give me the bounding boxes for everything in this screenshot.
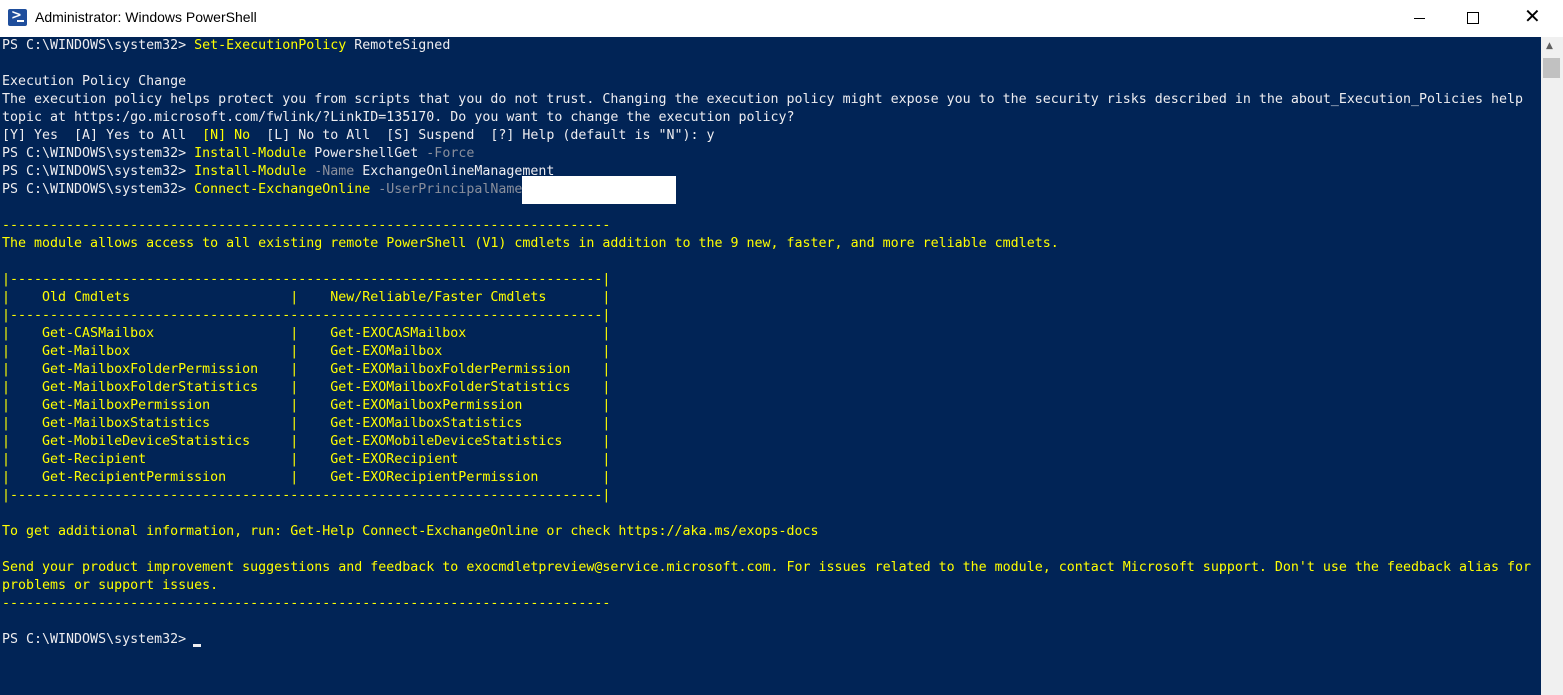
feedback-line-1: Send your product improvement suggestion… [2,560,1532,575]
parameter: -UserPrincipalName [370,182,523,197]
divider-top: ----------------------------------------… [2,218,611,233]
parameter: -Force [418,146,475,161]
close-button[interactable]: ✕ [1502,0,1560,37]
table-row: | Get-CASMailbox | Get-EXOCASMailbox | [2,326,611,341]
minimize-icon [1414,18,1425,19]
powershell-icon: > [8,8,27,26]
parameter: -Name [306,164,355,179]
choice-rest: [L] No to All [S] Suspend [?] Help (defa… [250,128,715,143]
table-row: | Get-MailboxStatistics | Get-EXOMailbox… [2,416,611,431]
command-line-3: PS C:\WINDOWS\system32> Install-Module -… [2,163,554,181]
cmdlet: Set-ExecutionPolicy [194,38,347,53]
policy-title: Execution Policy Change [2,74,187,89]
maximize-button[interactable] [1444,0,1502,37]
table-row: | Get-MailboxPermission | Get-EXOMailbox… [2,398,611,413]
policy-body-2: topic at https:/go.microsoft.com/fwlink/… [2,110,795,125]
window-title: Administrator: Windows PowerShell [35,9,257,25]
prompt: PS C:\WINDOWS\system32> [2,146,195,161]
policy-body-1: The execution policy helps protect you f… [2,92,1524,107]
scroll-up-arrow-icon[interactable]: ▲ [1546,41,1553,51]
title-bar[interactable]: > Administrator: Windows PowerShell ✕ [0,0,1563,37]
command-line-4: PS C:\WINDOWS\system32> Connect-Exchange… [2,176,677,204]
table-row: | Get-MailboxFolderPermission | Get-EXOM… [2,362,611,377]
table-row: | Get-RecipientPermission | Get-EXORecip… [2,470,611,485]
choice-yes: [Y] Yes [A] Yes to All [2,128,203,143]
maximize-icon [1467,12,1479,24]
table-row: | Get-Mailbox | Get-EXOMailbox | [2,344,611,359]
scroll-thumb[interactable] [1543,58,1560,78]
cmdlet: Connect-ExchangeOnline [194,182,371,197]
table-border-mid: |---------------------------------------… [2,308,611,323]
argument: RemoteSigned [346,38,451,53]
prompt: PS C:\WINDOWS\system32> [2,38,195,53]
table-border-top: |---------------------------------------… [2,272,611,287]
current-prompt: PS C:\WINDOWS\system32> [2,632,195,647]
module-note: The module allows access to all existing… [2,236,1059,251]
prompt: PS C:\WINDOWS\system32> [2,164,195,179]
redacted-upn [522,176,677,204]
argument: PowershellGet [306,146,419,161]
minimize-button[interactable] [1390,0,1448,37]
table-border-bottom: |---------------------------------------… [2,488,611,503]
divider-bottom: ----------------------------------------… [2,596,611,611]
policy-choices: [Y] Yes [A] Yes to All [N] No [L] No to … [2,127,715,145]
feedback-line-2: problems or support issues. [2,578,219,593]
table-row: | Get-Recipient | Get-EXORecipient | [2,452,611,467]
cmdlet: Install-Module [194,164,307,179]
vertical-scrollbar[interactable]: ▲ [1541,37,1563,695]
text-cursor [193,644,201,647]
command-line-1: PS C:\WINDOWS\system32> Set-ExecutionPol… [2,37,450,55]
table-row: | Get-MobileDeviceStatistics | Get-EXOMo… [2,434,611,449]
help-line: To get additional information, run: Get-… [2,524,819,539]
console-output[interactable]: PS C:\WINDOWS\system32> Set-ExecutionPol… [2,37,1538,695]
prompt: PS C:\WINDOWS\system32> [2,182,195,197]
cmdlet: Install-Module [194,146,307,161]
command-line-2: PS C:\WINDOWS\system32> Install-Module P… [2,145,474,163]
close-icon: ✕ [1524,4,1541,28]
table-header: | Old Cmdlets | New/Reliable/Faster Cmdl… [2,290,611,305]
table-row: | Get-MailboxFolderStatistics | Get-EXOM… [2,380,611,395]
choice-no-default: [N] No [202,128,251,143]
